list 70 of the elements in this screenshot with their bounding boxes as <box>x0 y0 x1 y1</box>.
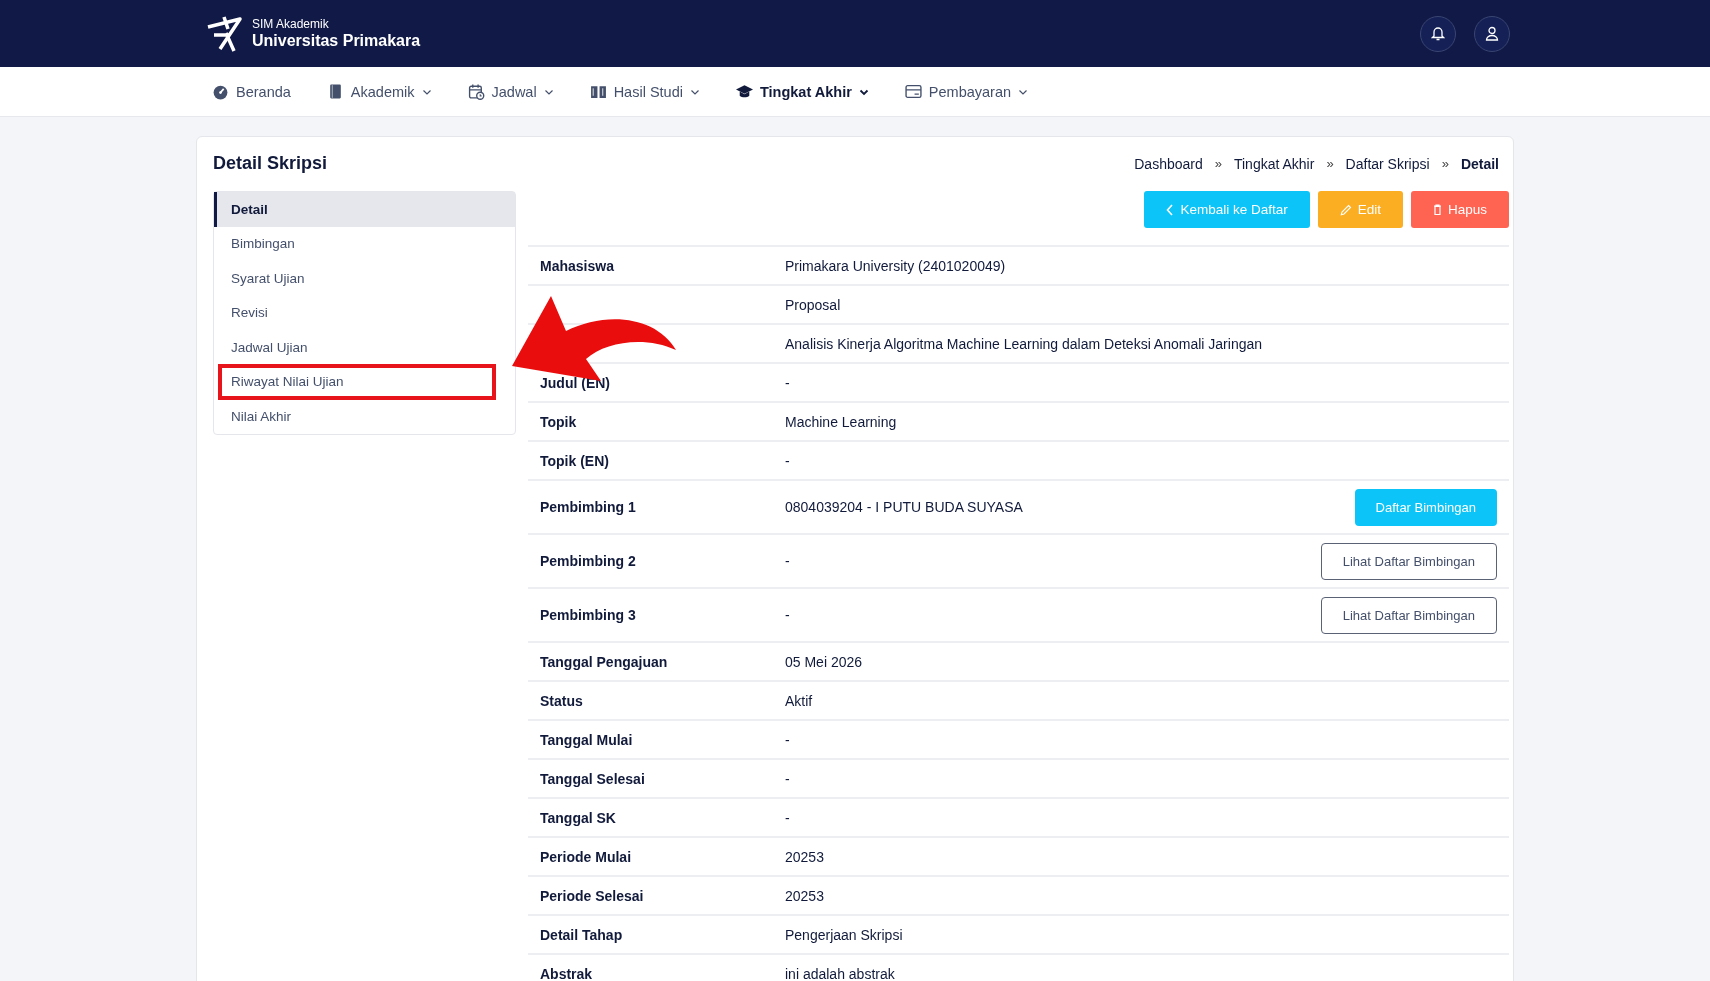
field-value: ini adalah abstrak <box>785 965 895 981</box>
sidebar-item[interactable]: Riwayat Nilai Ujian <box>214 364 515 399</box>
sidebar-item[interactable]: Detail <box>214 192 515 227</box>
field-label: Periode Selesai <box>540 887 644 904</box>
pencil-icon <box>1339 203 1352 216</box>
notification-button[interactable] <box>1420 15 1456 52</box>
field-label: Pembimbing 1 <box>540 499 636 515</box>
field-value: Proposal <box>785 296 841 313</box>
breadcrumb-link[interactable]: Daftar Skripsi <box>1345 155 1430 172</box>
field-label: Pembimbing 3 <box>540 607 636 623</box>
bell-icon <box>1431 26 1445 41</box>
field-label: Tanggal Mulai <box>540 731 633 748</box>
nav-item[interactable]: Tingkat Akhir <box>735 83 869 100</box>
field-label: Tanggal SK <box>540 809 616 826</box>
nav-item[interactable]: Pembayaran <box>904 83 1029 100</box>
sidebar-item[interactable]: Revisi <box>214 295 515 330</box>
profile-button[interactable] <box>1474 15 1510 52</box>
breadcrumb-current: Detail <box>1460 155 1499 172</box>
app-title: Universitas Primakara <box>252 30 421 51</box>
field-label: Mahasiswa <box>540 257 614 274</box>
field-value: - <box>785 452 790 469</box>
field-value: - <box>785 770 790 787</box>
user-icon <box>1485 26 1499 41</box>
field-value: Pengerjaan Skripsi <box>785 926 903 943</box>
card-icon <box>904 83 922 100</box>
field-value: Analisis Kinerja Algoritma Machine Learning dalam Deteksi Anomali Jaringan <box>785 335 1263 352</box>
sidebar-item[interactable]: Nilai Akhir <box>214 399 515 434</box>
chevron-left-icon <box>1166 203 1175 216</box>
breadcrumb-separator: » <box>1441 156 1449 171</box>
field-label: Topik <box>540 413 577 430</box>
calendar-icon <box>467 83 485 100</box>
field-value: 0804039204 - I PUTU BUDA SUYASA <box>785 499 1023 515</box>
field-value: 20253 <box>785 848 824 865</box>
field-value: - <box>785 374 790 391</box>
field-label: Periode Mulai <box>540 848 632 865</box>
sidebar-item[interactable]: Bimbingan <box>214 226 515 261</box>
field-label: Tanggal Pengajuan <box>540 653 668 670</box>
field-value: Machine Learning <box>785 413 897 430</box>
app-subtitle: SIM Akademik <box>252 16 330 31</box>
nav-item[interactable]: Akademik <box>326 83 432 100</box>
field-value: - <box>785 731 790 748</box>
field-value: Aktif <box>785 692 813 709</box>
view-guidance-button[interactable]: Lihat Daftar Bimbingan <box>1320 596 1497 634</box>
breadcrumb-link[interactable]: Tingkat Akhir <box>1233 155 1315 172</box>
breadcrumb-separator: » <box>1326 156 1334 171</box>
view-guidance-button[interactable]: Lihat Daftar Bimbingan <box>1320 542 1497 580</box>
field-label: Abstrak <box>540 965 593 981</box>
nav-item[interactable]: Jadwal <box>467 83 554 100</box>
field-value: 20253 <box>785 887 824 904</box>
nav-item[interactable]: Hasil Studi <box>589 83 700 100</box>
field-label: Topik (EN) <box>540 452 609 469</box>
field-label: Detail Tahap <box>540 926 623 943</box>
gauge-icon <box>212 83 229 100</box>
cap-icon <box>735 83 753 100</box>
sidebar-item[interactable]: Jadwal Ujian <box>214 330 515 365</box>
field-value: - <box>785 809 790 826</box>
breadcrumb-separator: » <box>1214 156 1222 171</box>
field-value: - <box>785 553 790 569</box>
nav-item[interactable]: Beranda <box>212 83 291 100</box>
field-label: Status <box>540 692 583 709</box>
field-value: - <box>785 607 790 623</box>
trash-icon <box>1432 204 1442 215</box>
open-book-icon <box>589 83 607 100</box>
page-title: Detail Skripsi <box>213 153 328 174</box>
sidebar-item[interactable]: Syarat Ujian <box>214 261 515 296</box>
breadcrumb-link[interactable]: Dashboard <box>1134 155 1203 172</box>
field-label: Tanggal Selesai <box>540 770 645 787</box>
field-label: Pembimbing 2 <box>540 553 636 569</box>
field-value: Primakara University (2401020049) <box>785 257 1006 274</box>
field-value: 05 Mei 2026 <box>785 653 863 670</box>
